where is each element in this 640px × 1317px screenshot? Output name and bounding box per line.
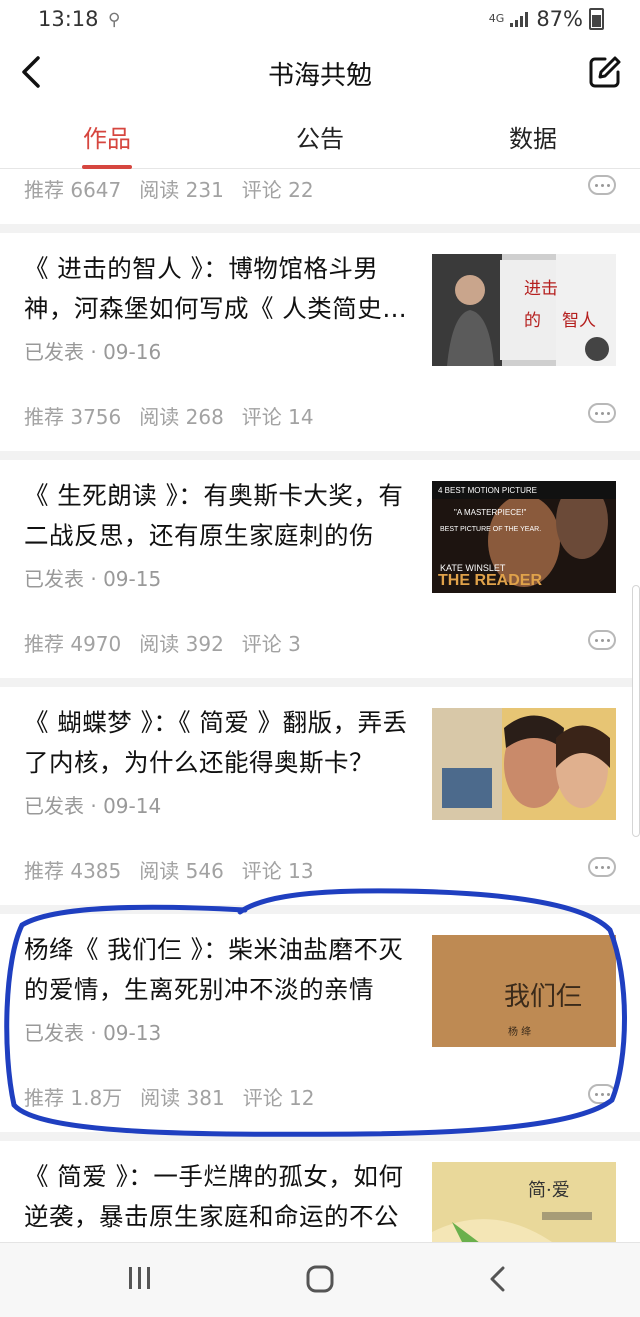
- article-stats: 推荐 4385 阅读 546 评论 13: [24, 855, 314, 884]
- svg-text:4 BEST MOTION PICTURE: 4 BEST MOTION PICTURE: [438, 486, 537, 495]
- comment-count: 评论 13: [241, 859, 314, 883]
- more-options-icon[interactable]: [588, 857, 616, 877]
- recommend-count: 推荐 3756: [24, 405, 122, 429]
- article-thumbnail: 简·爱: [432, 1162, 616, 1242]
- recommend-count: 推荐 6647: [24, 178, 122, 202]
- list-item[interactable]: 推荐 6647 阅读 231 评论 22: [0, 169, 640, 224]
- recent-apps-icon[interactable]: [128, 1265, 152, 1291]
- thumb-text: 简·爱: [528, 1180, 570, 1201]
- more-options-icon[interactable]: [588, 1084, 616, 1104]
- comment-count: 评论 14: [241, 405, 314, 429]
- thumb-text: 进击: [524, 279, 558, 299]
- article-thumbnail: [432, 708, 616, 820]
- comment-count: 评论 12: [242, 1086, 315, 1110]
- svg-text:的: 的: [524, 311, 541, 331]
- home-icon[interactable]: [306, 1265, 334, 1293]
- thumb-text: 我们仨: [504, 982, 582, 1012]
- article-title: 《 生死朗读 》：有奥斯卡大奖，有二战反思，还有原生家庭刺的伤: [24, 481, 404, 550]
- top-bar: 书海共勉: [0, 40, 640, 106]
- system-nav-bar: [0, 1242, 640, 1317]
- list-item[interactable]: 杨绛《 我们仨 》：柴米油盐磨不灭的爱情，生离死别冲不淡的亲情 已发表 · 09…: [0, 914, 640, 1132]
- read-count: 阅读 381: [140, 1086, 225, 1110]
- article-meta: 已发表 · 09-14: [24, 794, 162, 818]
- read-count: 阅读 231: [139, 178, 224, 202]
- network-icon: 4G: [488, 12, 505, 25]
- tab-bar: 作品 公告 数据: [0, 106, 640, 169]
- list-item[interactable]: 《 蝴蝶梦 》：《 简爱 》翻版，弄丢了内核，为什么还能得奥斯卡？ 已发表 · …: [0, 687, 640, 905]
- battery-percent: 87%: [536, 7, 583, 31]
- more-options-icon[interactable]: [588, 175, 616, 195]
- tab-works[interactable]: 作品: [37, 119, 177, 154]
- recommend-count: 推荐 4970: [24, 632, 122, 656]
- article-title: 《 蝴蝶梦 》：《 简爱 》翻版，弄丢了内核，为什么还能得奥斯卡？: [24, 708, 408, 777]
- svg-text:BEST PICTURE OF THE YEAR.: BEST PICTURE OF THE YEAR.: [440, 526, 541, 533]
- svg-text:智人: 智人: [562, 311, 596, 331]
- article-title: 杨绛《 我们仨 》：柴米油盐磨不灭的爱情，生离死别冲不淡的亲情: [24, 935, 404, 1004]
- article-title: 《 简爱 》：一手烂牌的孤女，如何逆袭，暴击原生家庭和命运的不公: [24, 1162, 404, 1231]
- battery-icon: [589, 8, 604, 30]
- more-options-icon[interactable]: [588, 630, 616, 650]
- article-meta: 已发表 · 09-16: [24, 340, 162, 364]
- thumb-text: THE READER: [438, 572, 542, 589]
- article-meta: 已发表 · 09-15: [24, 567, 162, 591]
- page-title: 书海共勉: [267, 61, 372, 91]
- article-title: 《 进击的智人 》：博物馆格斗男神，河森堡如何写成《 人类简史…: [24, 254, 408, 323]
- tab-announcements[interactable]: 公告: [250, 119, 390, 154]
- thumb-author: 杨 绛: [508, 1025, 531, 1038]
- recommend-count: 推荐 4385: [24, 859, 122, 883]
- read-count: 阅读 392: [139, 632, 224, 656]
- more-options-icon[interactable]: [588, 403, 616, 423]
- tab-data[interactable]: 数据: [463, 119, 603, 154]
- article-stats: 推荐 3756 阅读 268 评论 14: [24, 401, 314, 430]
- article-thumbnail: 我们仨 杨 绛: [432, 935, 616, 1047]
- status-time: 13:18: [38, 7, 99, 31]
- article-stats: 推荐 6647 阅读 231 评论 22: [24, 174, 314, 203]
- signal-icon: [510, 12, 529, 27]
- status-bar: 13:18 ⚲ 4G 87%: [0, 0, 640, 40]
- article-thumbnail: 进击 的 智人: [432, 254, 616, 366]
- recommend-count: 推荐 1.8万: [24, 1086, 123, 1110]
- list-item[interactable]: 《 简爱 》：一手烂牌的孤女，如何逆袭，暴击原生家庭和命运的不公 简·爱: [0, 1141, 640, 1242]
- article-stats: 推荐 4970 阅读 392 评论 3: [24, 628, 301, 657]
- svg-text:"A MASTERPIECE!": "A MASTERPIECE!": [454, 508, 527, 517]
- back-icon[interactable]: [488, 1265, 508, 1293]
- edit-icon[interactable]: [588, 55, 622, 89]
- scrollbar-thumb[interactable]: [632, 585, 640, 837]
- search-icon: ⚲: [108, 10, 121, 30]
- comment-count: 评论 3: [241, 632, 301, 656]
- list-item[interactable]: 《 进击的智人 》：博物馆格斗男神，河森堡如何写成《 人类简史… 已发表 · 0…: [0, 233, 640, 451]
- article-thumbnail: 4 BEST MOTION PICTURE "A MASTERPIECE!" B…: [432, 481, 616, 593]
- article-stats: 推荐 1.8万 阅读 381 评论 12: [24, 1082, 315, 1111]
- comment-count: 评论 22: [241, 178, 314, 202]
- read-count: 阅读 546: [139, 859, 224, 883]
- list-item[interactable]: 《 生死朗读 》：有奥斯卡大奖，有二战反思，还有原生家庭刺的伤 已发表 · 09…: [0, 460, 640, 678]
- article-meta: 已发表 · 09-13: [24, 1021, 162, 1045]
- status-right: 4G 87%: [489, 7, 604, 31]
- read-count: 阅读 268: [139, 405, 224, 429]
